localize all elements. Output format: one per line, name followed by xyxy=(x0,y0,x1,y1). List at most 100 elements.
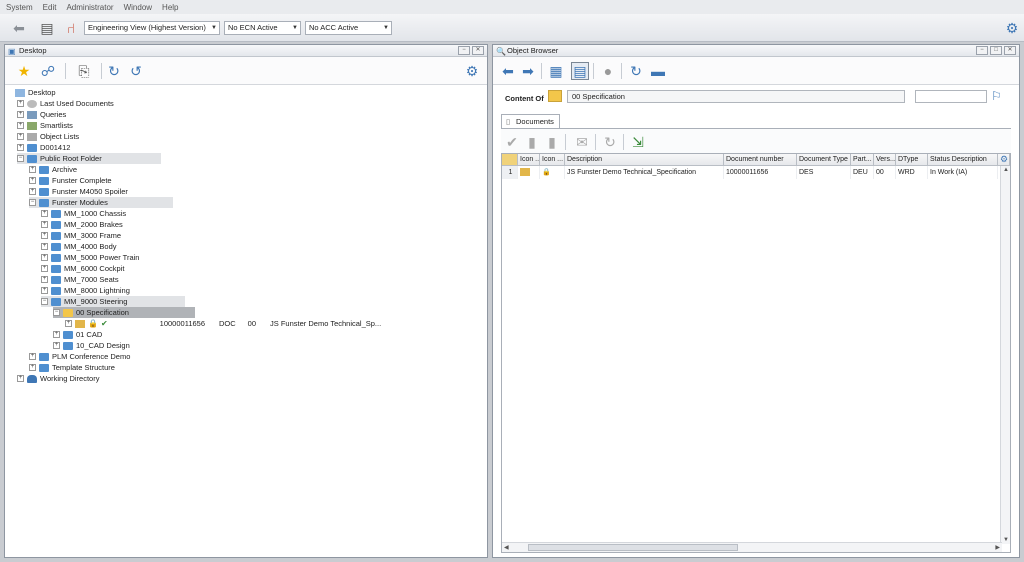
tree-node-d001412[interactable]: + D001412 xyxy=(17,142,70,153)
expand-icon[interactable]: + xyxy=(41,254,48,261)
document-copy-icon[interactable]: ▮ xyxy=(543,133,561,151)
column-selector-icon[interactable] xyxy=(502,154,518,166)
expand-icon[interactable]: + xyxy=(41,243,48,250)
back-arrow-icon[interactable]: ⬅ xyxy=(499,62,517,80)
scroll-thumb[interactable] xyxy=(528,544,738,551)
refresh-icon[interactable]: ↻ xyxy=(627,62,645,80)
folder-icon[interactable]: ▬ xyxy=(649,62,667,80)
collapse-icon[interactable]: − xyxy=(29,199,36,206)
document-layout-icon[interactable]: ▤ xyxy=(38,19,56,37)
circle-icon[interactable]: ● xyxy=(599,62,617,80)
expand-icon[interactable]: + xyxy=(29,353,36,360)
expand-icon[interactable]: + xyxy=(29,166,36,173)
tree-node-mm2000[interactable]: + MM_2000 Brakes xyxy=(41,219,123,230)
tree-node-mm9000[interactable]: − MM_9000 Steering xyxy=(41,296,185,307)
document-icon[interactable]: ▮ xyxy=(523,133,541,151)
tree-node-public-root-folder[interactable]: − Public Root Folder xyxy=(17,153,161,164)
tree-node-funster-complete[interactable]: + Funster Complete xyxy=(29,175,112,186)
settings-gear-icon[interactable]: ⚙ xyxy=(463,62,481,80)
check-icon[interactable]: ✔ xyxy=(503,133,521,151)
expand-icon[interactable]: + xyxy=(53,342,60,349)
ecn-combo[interactable]: No ECN Active ▼ xyxy=(224,21,301,35)
column-header-version[interactable]: Vers... xyxy=(874,154,896,166)
expand-icon[interactable]: + xyxy=(17,111,24,118)
expand-icon[interactable]: + xyxy=(17,133,24,140)
grid-view-icon[interactable]: ▦ xyxy=(547,62,565,80)
expand-icon[interactable]: + xyxy=(29,177,36,184)
tree-node-smartlists[interactable]: + Smartlists xyxy=(17,120,73,131)
tree-node-funster-spoiler[interactable]: + Funster M4050 Spoiler xyxy=(29,186,128,197)
expand-icon[interactable]: + xyxy=(17,375,24,382)
column-header-dtype[interactable]: DType xyxy=(896,154,928,166)
forward-arrow-icon[interactable]: ➡ xyxy=(519,62,537,80)
collapse-icon[interactable]: − xyxy=(53,309,60,316)
collapse-icon[interactable]: − xyxy=(41,298,48,305)
expand-icon[interactable]: + xyxy=(41,287,48,294)
expand-icon[interactable]: + xyxy=(53,331,60,338)
column-header-status[interactable]: Status Description xyxy=(928,154,998,166)
view-combo[interactable]: Engineering View (Highest Version) ▼ xyxy=(84,21,220,35)
column-header-part[interactable]: Part... xyxy=(851,154,874,166)
expand-icon[interactable]: + xyxy=(29,188,36,195)
tree-node-mm3000[interactable]: + MM_3000 Frame xyxy=(41,230,121,241)
tree-node-archive[interactable]: + Archive xyxy=(29,164,77,175)
scroll-down-icon[interactable]: ▼ xyxy=(1003,537,1009,543)
column-header-document-number[interactable]: Document number xyxy=(724,154,797,166)
vertical-scrollbar[interactable]: ▲ ▼ xyxy=(1000,166,1010,544)
expand-icon[interactable]: + xyxy=(17,122,24,129)
new-document-icon[interactable]: ⎘ xyxy=(75,62,93,80)
minimize-button[interactable]: − xyxy=(976,46,988,55)
expand-icon[interactable]: + xyxy=(41,221,48,228)
acc-combo[interactable]: No ACC Active ▼ xyxy=(305,21,392,35)
tree-node-plm-conference[interactable]: + PLM Conference Demo xyxy=(29,351,130,362)
menu-edit[interactable]: Edit xyxy=(43,3,57,12)
tree-node-last-used[interactable]: + Last Used Documents xyxy=(17,98,114,109)
column-header-icon2[interactable]: Icon ... xyxy=(540,154,565,166)
horizontal-scrollbar[interactable]: ◀ ▶ xyxy=(502,542,1002,552)
detail-view-icon[interactable]: ▤ xyxy=(571,62,589,80)
export-icon[interactable]: ⇲ xyxy=(629,133,647,151)
tree-node-working-directory[interactable]: + Working Directory xyxy=(17,373,99,384)
tree-node-00-specification[interactable]: − 00 Specification xyxy=(53,307,195,318)
scroll-right-icon[interactable]: ▶ xyxy=(995,544,1000,551)
column-header-document-type[interactable]: Document Type xyxy=(797,154,851,166)
expand-icon[interactable]: + xyxy=(41,232,48,239)
search-input[interactable] xyxy=(915,90,987,103)
column-header-icon1[interactable]: Icon ... xyxy=(518,154,540,166)
mail-icon[interactable]: ✉ xyxy=(573,133,591,151)
tree-node-mm4000[interactable]: + MM_4000 Body xyxy=(41,241,117,252)
settings-gear-icon[interactable]: ⚙ xyxy=(1003,19,1021,37)
expand-icon[interactable]: + xyxy=(41,276,48,283)
binoculars-icon[interactable]: ☍ xyxy=(39,62,57,80)
search-go-icon[interactable]: ⚐ xyxy=(991,89,1007,103)
expand-icon[interactable]: + xyxy=(29,364,36,371)
expand-icon[interactable]: + xyxy=(65,320,72,327)
tree-node-template-structure[interactable]: + Template Structure xyxy=(29,362,115,373)
tab-documents[interactable]: ▯ Documents xyxy=(501,114,560,128)
tree-node-document[interactable]: + 🔒 ✔ 10000011656 DOC 00 JS Funster Demo… xyxy=(65,318,381,329)
tree-node-mm1000[interactable]: + MM_1000 Chassis xyxy=(41,208,126,219)
expand-icon[interactable]: + xyxy=(41,210,48,217)
minimize-button[interactable]: − xyxy=(458,46,470,55)
tree-node-mm7000[interactable]: + MM_7000 Seats xyxy=(41,274,119,285)
tree-node-10-cad-design[interactable]: +10_CAD Design xyxy=(53,340,130,351)
expand-icon[interactable]: + xyxy=(41,265,48,272)
favorite-star-icon[interactable]: ★ xyxy=(15,62,33,80)
close-button[interactable]: ✕ xyxy=(1004,46,1016,55)
settings-gear-icon[interactable]: ⚙ xyxy=(998,154,1010,166)
tree-node-mm8000[interactable]: + MM_8000 Lightning xyxy=(41,285,130,296)
scroll-up-icon[interactable]: ▲ xyxy=(1003,167,1009,173)
tree-node-01-cad[interactable]: +01 CAD xyxy=(53,329,102,340)
refresh-icon[interactable]: ↻ xyxy=(105,62,123,80)
menu-administrator[interactable]: Administrator xyxy=(66,3,113,12)
expand-icon[interactable]: + xyxy=(17,100,24,107)
expand-icon[interactable]: + xyxy=(17,144,24,151)
tree-node-mm6000[interactable]: + MM_6000 Cockpit xyxy=(41,263,124,274)
menu-help[interactable]: Help xyxy=(162,3,178,12)
tree-node-desktop[interactable]: Desktop xyxy=(15,87,56,98)
close-button[interactable]: ✕ xyxy=(472,46,484,55)
tree-node-mm5000[interactable]: + MM_5000 Power Train xyxy=(41,252,139,263)
menu-system[interactable]: System xyxy=(6,3,33,12)
scroll-left-icon[interactable]: ◀ xyxy=(504,544,509,551)
menu-window[interactable]: Window xyxy=(124,3,152,12)
